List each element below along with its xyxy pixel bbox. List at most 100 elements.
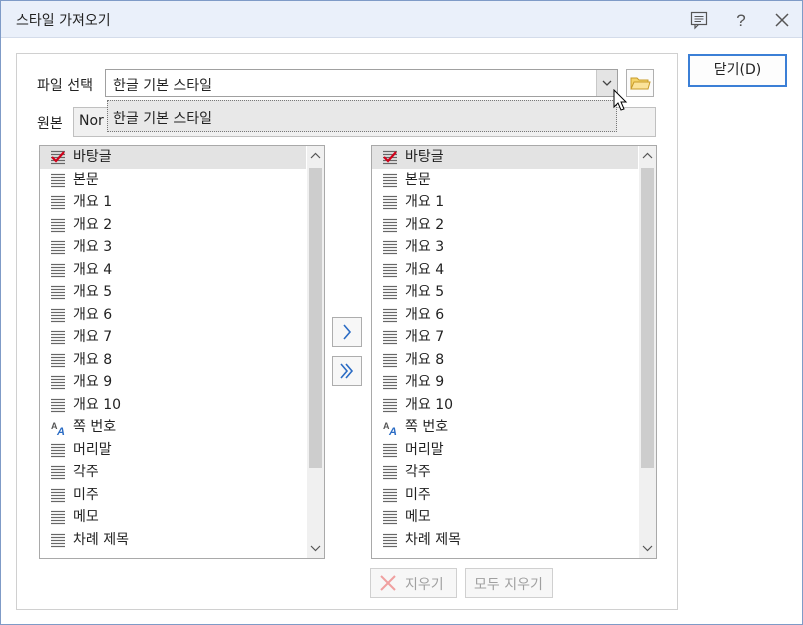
list-item-label: 개요 10 — [73, 396, 122, 413]
close-icon[interactable] — [771, 9, 793, 31]
list-item-label: 각주 — [73, 464, 99, 480]
list-item[interactable]: 바탕글 — [372, 146, 638, 169]
list-item-label: 개요 2 — [73, 216, 113, 233]
list-item[interactable]: 머리말 — [40, 439, 306, 462]
list-item[interactable]: 각주 — [40, 461, 306, 484]
current-styles-list[interactable]: 바탕글 본문 개요 1 개요 2 개요 3 개요 4 개요 5 개요 6 개요 7 개요 8 개요 … — [39, 145, 325, 559]
help-icon[interactable]: ? — [730, 9, 752, 31]
move-one-button[interactable] — [332, 317, 362, 347]
list-item[interactable]: 개요 3 — [372, 236, 638, 259]
list-item[interactable]: 개요 9 — [372, 371, 638, 394]
list-item[interactable]: 개요 10 — [372, 394, 638, 417]
list-item[interactable]: 개요 7 — [372, 326, 638, 349]
list-item[interactable]: 각주 — [372, 461, 638, 484]
list-item-label: 바탕글 — [73, 149, 112, 165]
list-item[interactable]: 개요 2 — [372, 214, 638, 237]
list-item[interactable]: 개요 5 — [372, 281, 638, 304]
source-value: Nor — [79, 113, 104, 129]
list-item[interactable]: 메모 — [372, 506, 638, 529]
paragraph-style-icon — [383, 353, 397, 367]
delete-all-button-label: 모두 지우기 — [474, 577, 543, 593]
delete-all-button[interactable]: 모두 지우기 — [465, 568, 553, 598]
file-select-dropdown[interactable]: 한글 기본 스타일 — [107, 100, 617, 132]
list-item[interactable]: 본문 — [372, 169, 638, 192]
paragraph-style-icon — [383, 308, 397, 322]
list-item[interactable]: 개요 6 — [40, 304, 306, 327]
scroll-up-icon[interactable] — [307, 146, 324, 166]
delete-button[interactable]: 지우기 — [370, 568, 457, 598]
list-item[interactable]: 바탕글 — [40, 146, 306, 169]
list-item[interactable]: 개요 4 — [372, 259, 638, 282]
list-item[interactable]: 개요 6 — [372, 304, 638, 327]
character-style-icon: AA — [51, 421, 65, 435]
paragraph-style-icon — [51, 398, 65, 412]
list-item-label: 개요 2 — [405, 216, 445, 233]
list-item-label: 개요 6 — [73, 306, 113, 323]
list-item[interactable]: 개요 3 — [40, 236, 306, 259]
dialog-title: 스타일 가져오기 — [16, 13, 111, 29]
chevron-right-icon — [343, 324, 352, 340]
paragraph-style-icon — [383, 173, 397, 187]
list-item[interactable]: 개요 4 — [40, 259, 306, 282]
list-item-label: 바탕글 — [405, 149, 444, 165]
list-item-label: 개요 7 — [73, 329, 113, 345]
list-item[interactable]: 미주 — [40, 484, 306, 507]
list-item[interactable]: 개요 10 — [40, 394, 306, 417]
list-item-label: 개요 9 — [405, 374, 445, 390]
list-item[interactable]: 개요 7 — [40, 326, 306, 349]
list-item-label: 개요 5 — [405, 284, 445, 300]
list-item[interactable]: 차례 제목 — [372, 529, 638, 552]
scroll-up-icon[interactable] — [639, 146, 656, 166]
list-item[interactable]: 차례 제목 — [40, 529, 306, 552]
paragraph-style-icon — [383, 488, 397, 502]
character-style-icon: AA — [383, 421, 397, 435]
list-item[interactable]: 개요 5 — [40, 281, 306, 304]
double-chevron-right-icon — [340, 363, 354, 379]
comment-icon[interactable] — [688, 9, 710, 31]
delete-button-label: 지우기 — [405, 577, 444, 593]
paragraph-style-icon — [51, 353, 65, 367]
list-item[interactable]: 개요 2 — [40, 214, 306, 237]
paragraph-style-icon — [383, 443, 397, 457]
paragraph-style-icon — [383, 218, 397, 232]
current-styles-items: 바탕글 본문 개요 1 개요 2 개요 3 개요 4 개요 5 개요 6 개요 7 개요 8 개요 … — [40, 146, 306, 551]
list-item-label: 미주 — [405, 486, 431, 503]
open-folder-button[interactable] — [626, 69, 654, 97]
source-label: 원본 — [37, 116, 63, 132]
list-item[interactable]: 메모 — [40, 506, 306, 529]
list-item[interactable]: 개요 9 — [40, 371, 306, 394]
list-item-label: 차례 제목 — [405, 531, 461, 548]
move-all-button[interactable] — [332, 356, 362, 386]
scroll-down-icon[interactable] — [307, 538, 324, 558]
scrollbar[interactable] — [307, 146, 324, 558]
file-select-value: 한글 기본 스타일 — [113, 78, 213, 94]
scrollbar[interactable] — [639, 146, 656, 558]
list-item[interactable]: AA 쪽 번호 — [372, 416, 638, 439]
file-select-combo[interactable]: 한글 기본 스타일 — [105, 69, 618, 97]
paragraph-style-icon — [51, 285, 65, 300]
paragraph-style-icon — [383, 533, 397, 547]
svg-text:A: A — [56, 426, 65, 435]
paragraph-style-icon — [383, 465, 397, 480]
paragraph-style-icon — [51, 533, 65, 547]
list-item-label: 머리말 — [405, 441, 444, 458]
scroll-thumb[interactable] — [309, 168, 322, 468]
paragraph-style-icon — [383, 263, 397, 277]
paragraph-style-icon — [383, 330, 397, 345]
paragraph-style-icon — [383, 195, 397, 210]
list-item[interactable]: 개요 1 — [40, 191, 306, 214]
list-item[interactable]: 개요 8 — [40, 349, 306, 372]
import-styles-list[interactable]: 바탕글본문 개요 1 개요 2 개요 3 개요 4 개요 5 개요 6 개요 7 개요 8 개요 … — [371, 145, 657, 559]
close-button[interactable]: 닫기(D) — [688, 54, 787, 87]
list-item[interactable]: 미주 — [372, 484, 638, 507]
list-item[interactable]: AA 쪽 번호 — [40, 416, 306, 439]
list-item[interactable]: 머리말 — [372, 439, 638, 462]
list-item[interactable]: 개요 1 — [372, 191, 638, 214]
paragraph-style-icon — [383, 510, 397, 525]
list-item[interactable]: 본문 — [40, 169, 306, 192]
list-item-label: 개요 7 — [405, 329, 445, 345]
list-item[interactable]: 개요 8 — [372, 349, 638, 372]
dropdown-option[interactable]: 한글 기본 스타일 — [113, 108, 212, 128]
scroll-down-icon[interactable] — [639, 538, 656, 558]
scroll-thumb[interactable] — [641, 168, 654, 468]
